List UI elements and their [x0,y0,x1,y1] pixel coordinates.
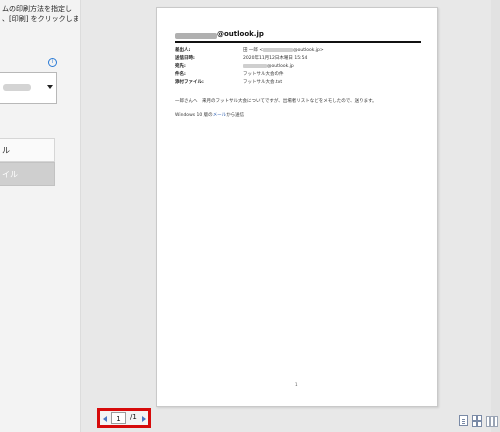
grid-pages-icon[interactable] [472,415,482,427]
arrow-left-icon[interactable] [103,416,107,422]
meta-label: 差出人: [175,48,191,53]
meta-label: 件名: [175,72,186,77]
meta-row-from: 差出人: 田 一郎 < @outlook.jp> [175,47,415,55]
chevron-down-icon [47,85,53,89]
meta-value-text: @outlook.jp> [293,48,324,53]
current-page-input[interactable]: 1 [111,412,126,424]
meta-value-text: @outlook.jp [267,64,294,69]
instructions-text: ムの印刷方法を指定し 、[印刷] をクリックしま [2,4,78,24]
meta-label: 添付ファイル: [175,80,204,85]
meta-value-text: 田 一郎 < [243,48,264,53]
body-text: から送信 [226,113,245,118]
meta-value: フットサル大会の件 [243,72,284,77]
print-preview-area: @outlook.jp 差出人: 田 一郎 < @outlook.jp> 送信日時… [81,0,500,432]
body-text: Windows 10 版の [175,113,213,118]
printer-select[interactable] [0,72,57,104]
option-item-2-selected[interactable]: イル [0,162,55,186]
meta-value: 田 一郎 < @outlook.jp> [243,47,324,55]
page-navigator: 1 /1 [97,408,151,428]
total-pages: /1 [130,413,137,421]
redacted-address [175,33,217,39]
meta-row-sent: 送信日時: 2020年11月12日木曜日 15:54 [175,55,415,63]
preview-page: @outlook.jp 差出人: 田 一郎 < @outlook.jp> 送信日時… [156,7,438,407]
info-icon[interactable]: i [48,58,57,67]
email-body-line-2: Windows 10 版のメールから送信 [175,112,244,118]
meta-row-to: 宛先: @outlook.jp [175,63,415,71]
meta-row-subject: 件名: フットサル大会の件 [175,71,415,79]
print-settings-panel: ムの印刷方法を指定し 、[印刷] をクリックしま i ル イル [0,0,81,432]
arrow-right-icon[interactable] [142,416,146,422]
mail-link: メール [212,113,227,118]
page-footer-number: 1 [295,382,298,387]
redacted-text [263,47,294,52]
printer-name-redacted [3,84,31,91]
instructions-line-1: ムの印刷方法を指定し [2,5,72,13]
fit-page-icon[interactable] [459,415,468,426]
preview-scrollbar[interactable] [491,0,500,432]
email-body-line-1: 一郎さんへ 来月のフットサル大会についてですが、出場者リストなどをメモしたので、… [175,99,377,104]
meta-value: @outlook.jp [243,63,294,71]
header-rule [175,41,421,43]
meta-row-attachment: 添付ファイル: フットサル大会.txt [175,79,415,87]
instructions-line-2: 、[印刷] をクリックしま [2,15,78,23]
option-item-1[interactable]: ル [0,138,55,162]
meta-label: 宛先: [175,64,186,69]
redacted-text [243,63,267,68]
columns-icon[interactable] [486,415,498,427]
meta-value: フットサル大会.txt [243,80,283,85]
meta-value: 2020年11月12日木曜日 15:54 [243,56,308,61]
email-header-address: @outlook.jp [217,30,264,38]
email-metadata: 差出人: 田 一郎 < @outlook.jp> 送信日時: 2020年11月12… [175,47,415,87]
meta-label: 送信日時: [175,56,195,61]
